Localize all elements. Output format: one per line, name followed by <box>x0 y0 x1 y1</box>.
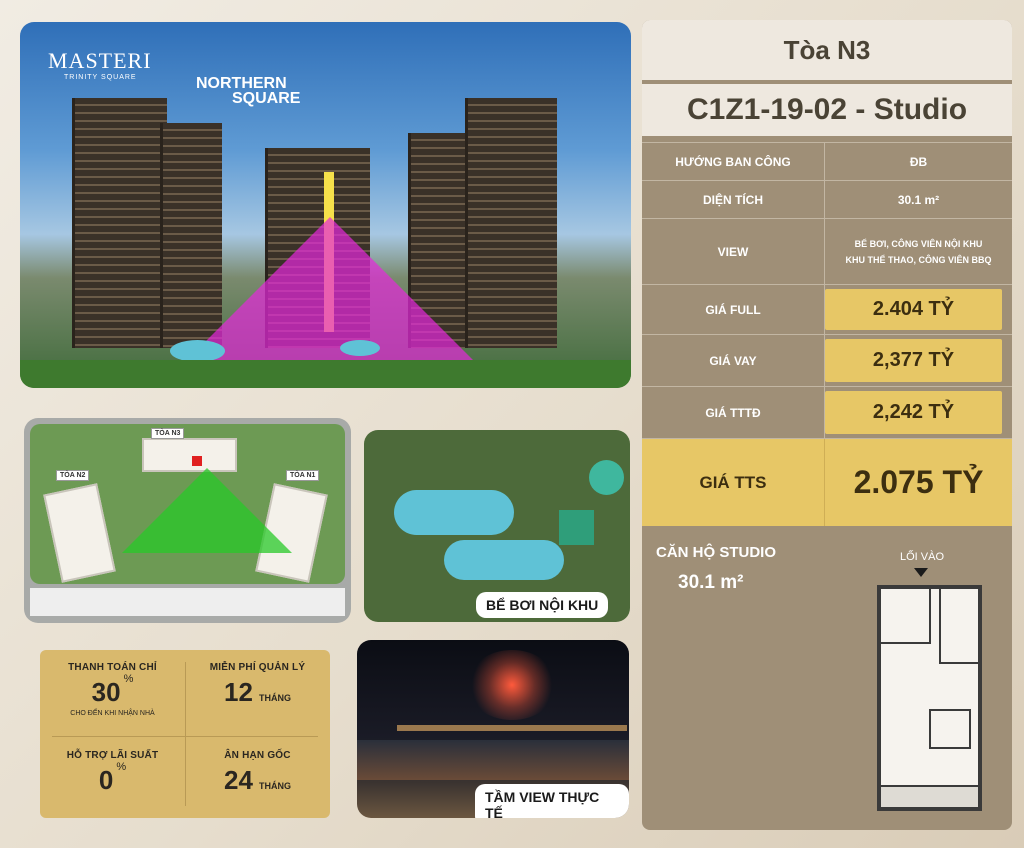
fireworks <box>467 650 557 720</box>
pool-shape <box>170 340 225 362</box>
pool-shape <box>589 460 624 495</box>
studio-title: CĂN HỘ STUDIO <box>656 544 776 561</box>
studio-area: 30.1 m² <box>678 572 744 593</box>
pool-shape <box>394 490 514 535</box>
promo-payment: THANH TOÁN CHỈ 30% CHO ĐẾN KHI NHẬN NHÀ <box>68 662 157 717</box>
row-price-full: GIÁ FULL 2.404 TỶ <box>642 284 1012 334</box>
unit-info-panel: Tòa N3 C1Z1-19-02 - Studio HƯỚNG BAN CÔN… <box>642 20 1012 830</box>
pool-aerial-image: BỂ BƠI NỘI KHU <box>364 430 630 622</box>
pool-caption: BỂ BƠI NỘI KHU <box>476 592 609 618</box>
view-triangle <box>122 468 292 553</box>
entrance-label: LỐI VÀO <box>900 551 945 563</box>
night-view-image: TẦM VIEW THỰC TẾ <box>357 640 629 818</box>
bed <box>929 709 971 749</box>
row-area: DIỆN TÍCH 30.1 m² <box>642 180 1012 218</box>
label-n1: TÒA N1 <box>286 470 320 481</box>
balcony <box>881 785 978 807</box>
city-lights <box>397 725 627 731</box>
building-title: Tòa N3 <box>642 20 1012 80</box>
lawn <box>20 360 631 388</box>
pool-shape <box>444 540 564 580</box>
row-price-tttd: GIÁ TTTĐ 2,242 TỶ <box>642 386 1012 438</box>
row-price-loan: GIÁ VAY 2,377 TỶ <box>642 334 1012 386</box>
view-pyramid <box>180 217 480 367</box>
site-plan-image: TÒA N3 TÒA N2 TÒA N1 <box>24 418 351 623</box>
building-n3-block <box>142 438 237 472</box>
floor-plan <box>877 585 982 811</box>
pool-shape <box>340 340 380 356</box>
tower-left <box>72 98 167 348</box>
bathroom <box>939 589 979 664</box>
masteri-logo: MASTERI TRINITY SQUARE <box>48 48 152 81</box>
riverbank <box>357 740 629 780</box>
promo-free-management: MIỄN PHÍ QUẢN LÝ 12 THÁNG <box>209 662 306 707</box>
wardrobe <box>881 589 931 644</box>
promotion-box: THANH TOÁN CHỈ 30% CHO ĐẾN KHI NHẬN NHÀ … <box>40 650 330 818</box>
price-legend-strip <box>30 588 345 616</box>
hero-render-image: MASTERI TRINITY SQUARE NORTHERN SQUARE <box>20 22 631 388</box>
row-view: VIEW BỂ BƠI, CÔNG VIÊN NỘI KHU KHU THỂ T… <box>642 218 1012 284</box>
row-price-tts: GIÁ TTS 2.075 TỶ <box>642 438 1012 526</box>
row-balcony-direction: HƯỚNG BAN CÔNG ĐB <box>642 142 1012 180</box>
northern-square-logo: NORTHERN SQUARE <box>196 75 301 107</box>
entrance-arrow-icon <box>914 568 928 577</box>
promo-grace-period: ÂN HẠN GỐC 24 THÁNG <box>224 750 291 795</box>
promo-interest-support: HỖ TRỢ LÃI SUẤT 0% <box>66 750 159 795</box>
unit-marker <box>192 456 202 466</box>
unit-code-title: C1Z1-19-02 - Studio <box>642 84 1012 136</box>
label-n3: TÒA N3 <box>151 428 185 439</box>
sports-court <box>559 510 594 545</box>
label-n2: TÒA N2 <box>56 470 90 481</box>
night-caption: TẦM VIEW THỰC TẾ <box>475 784 629 818</box>
divider <box>52 736 318 737</box>
